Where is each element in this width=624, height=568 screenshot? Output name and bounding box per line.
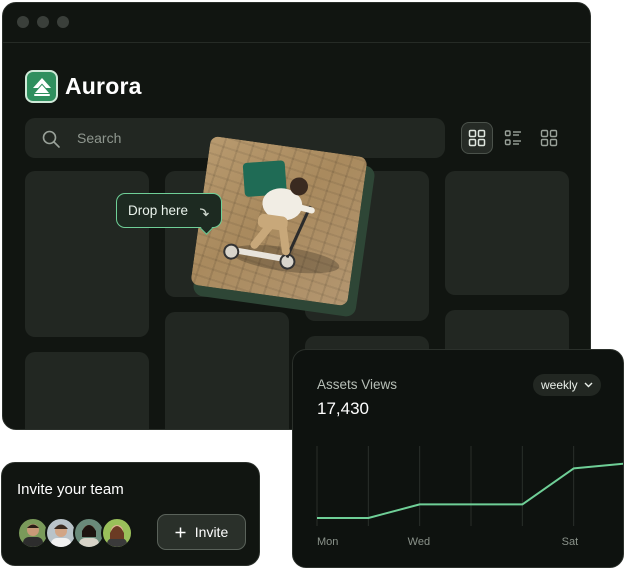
- asset-tile[interactable]: [165, 312, 289, 429]
- asset-tile[interactable]: [445, 171, 569, 295]
- invite-button-label: Invite: [194, 524, 229, 540]
- x-tick-label: Mon: [317, 536, 339, 548]
- window-titlebar: [3, 3, 590, 43]
- brand-name: Aurora: [65, 73, 142, 99]
- grid-icon: [468, 129, 486, 147]
- asset-tile[interactable]: [25, 352, 149, 429]
- invite-title: Invite your team: [17, 481, 124, 498]
- x-tick-label: Wed: [407, 536, 431, 548]
- invite-team-card: Invite your team Invite: [1, 462, 260, 566]
- avatar: [101, 517, 133, 549]
- grid-large-view-button[interactable]: [461, 122, 493, 154]
- plus-icon: [175, 527, 186, 537]
- aurora-logo-icon: [25, 70, 58, 103]
- grid-small-view-button[interactable]: [533, 122, 565, 154]
- list-icon: [504, 130, 521, 146]
- drop-here-label: Drop here: [128, 203, 189, 218]
- window-dot-close[interactable]: [17, 16, 29, 28]
- search-icon: [42, 130, 60, 148]
- assets-views-card: Assets Views 17,430 weekly Mon Wed Sat: [292, 349, 624, 568]
- window-dot-minimize[interactable]: [37, 16, 49, 28]
- invite-button[interactable]: Invite: [157, 514, 246, 550]
- grid-small-icon: [540, 129, 558, 147]
- window-dot-maximize[interactable]: [57, 16, 69, 28]
- x-tick-label: Sat: [561, 536, 579, 548]
- arrow-curve-icon: [199, 208, 209, 217]
- list-view-button[interactable]: [497, 122, 529, 154]
